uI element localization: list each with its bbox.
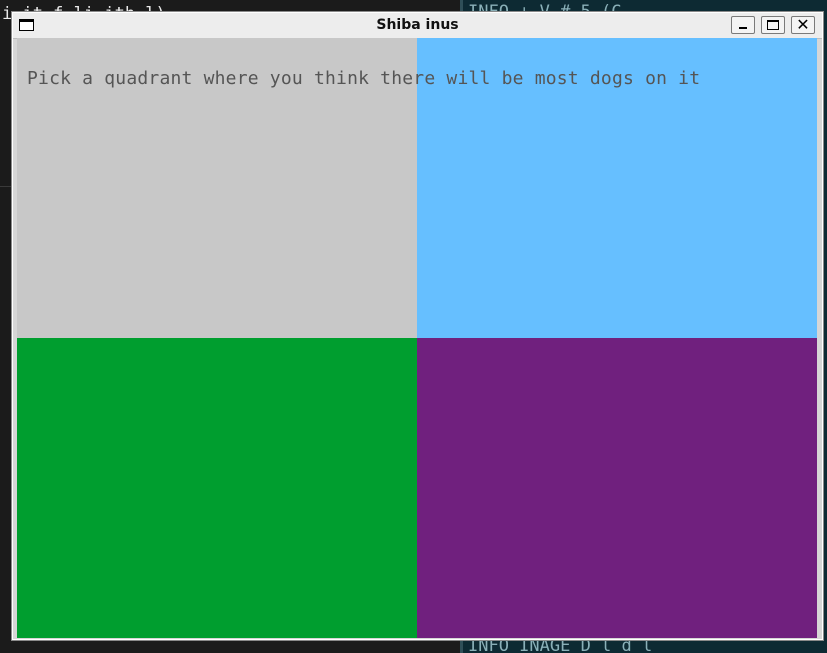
app-window: Shiba inus ✕ Pick a quadrant where you t… <box>11 11 824 641</box>
title-bar[interactable]: Shiba inus ✕ <box>13 13 822 39</box>
maximize-icon <box>767 20 779 30</box>
game-canvas: Pick a quadrant where you think there wi… <box>17 38 817 638</box>
window-title: Shiba inus <box>376 17 459 33</box>
quadrant-bottom-left[interactable] <box>17 338 417 638</box>
instruction-text: Pick a quadrant where you think there wi… <box>27 68 701 89</box>
minimize-icon <box>739 27 747 29</box>
quadrant-bottom-right[interactable] <box>417 338 817 638</box>
minimize-button[interactable] <box>731 16 755 34</box>
close-icon: ✕ <box>796 15 810 34</box>
maximize-button[interactable] <box>761 16 785 34</box>
close-button[interactable]: ✕ <box>791 16 815 34</box>
